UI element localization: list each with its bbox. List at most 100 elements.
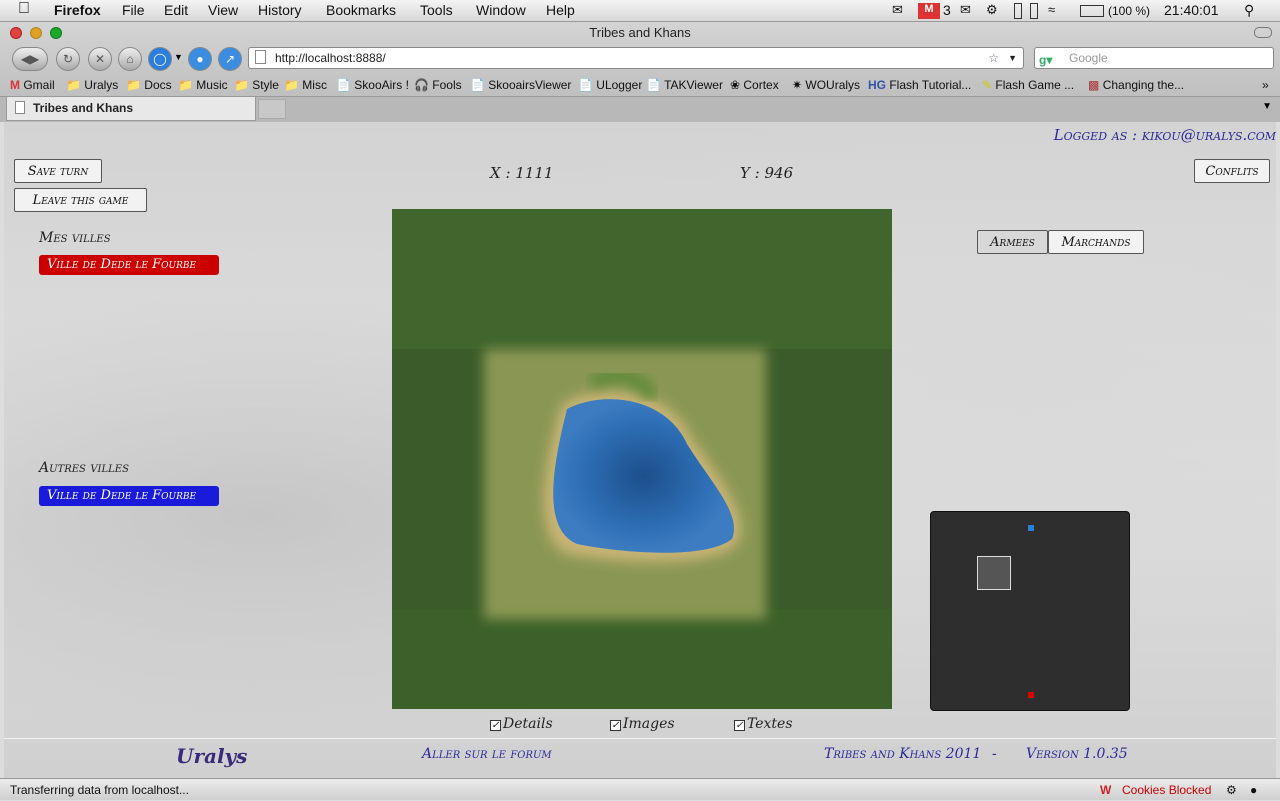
menu-app-name[interactable]: Firefox (54, 2, 101, 18)
pencil-icon: ✎ (982, 78, 993, 92)
bookmark-label: Flash Game ... (995, 78, 1075, 92)
clock[interactable]: 21:40:01 (1164, 2, 1219, 18)
url-dropdown-icon[interactable]: ▼ (1008, 48, 1017, 68)
checkbox-box[interactable]: ✓ (610, 720, 621, 731)
bookmarks-overflow-icon[interactable]: » (1262, 78, 1269, 92)
device-icon[interactable] (1030, 3, 1038, 19)
forest-north (392, 209, 892, 349)
images-checkbox[interactable]: ✓ Images (610, 716, 675, 732)
stop-icon[interactable]: ✕ (88, 47, 112, 71)
google-search-icon[interactable]: g▾ (1039, 50, 1059, 67)
bookmark-ulogger[interactable]: 📄 ULogger (578, 78, 642, 92)
leave-game-button[interactable]: Leave this game (14, 188, 147, 212)
bookmark-music[interactable]: 📁 Music (178, 78, 228, 92)
hg-icon: HG (868, 78, 886, 92)
other-city-item[interactable]: Ville de Dede le Fourbe (39, 486, 219, 506)
my-city-item[interactable]: Ville de Dede le Fourbe (39, 255, 219, 275)
checkbox-box[interactable]: ✓ (490, 720, 501, 731)
bookmark-misc[interactable]: 📁 Misc (284, 78, 327, 92)
textes-label: Textes (747, 716, 793, 732)
textes-checkbox[interactable]: ✓ Textes (734, 716, 793, 732)
bookmark-wouralys[interactable]: ✷ WOUralys (792, 78, 860, 92)
film-icon: ▩ (1088, 78, 1100, 92)
bookmark-cortex[interactable]: ❀ Cortex (730, 78, 779, 92)
bookmark-takviewer[interactable]: 📄 TAKViewer (646, 78, 723, 92)
bookmarks-toolbar-icon[interactable]: ◯ (148, 47, 172, 71)
globe-icon[interactable]: ● (188, 47, 212, 71)
minimap[interactable] (930, 511, 1130, 711)
gmail-icon[interactable]: M (918, 3, 940, 19)
bookmark-skooairsviewer[interactable]: 📄 SkooairsViewer (470, 78, 571, 92)
bookmark-docs[interactable]: 📁 Docs (126, 78, 172, 92)
apple-icon[interactable]:  (18, 0, 30, 18)
menu-history[interactable]: History (258, 2, 302, 18)
menu-tools[interactable]: Tools (420, 2, 453, 18)
search-input[interactable]: g▾ Google (1034, 47, 1274, 69)
minimap-viewport[interactable] (977, 556, 1011, 590)
spotlight-search-icon[interactable]: ⚲ (1244, 2, 1254, 19)
navigation-toolbar: ◀▶ ↻ ✕ ⌂ ◯ ▼ ● ↗ http://localhost:8888/ … (0, 44, 1280, 74)
sync-icon[interactable]: ⚙ (986, 2, 998, 18)
firebug-icon[interactable]: ● (1250, 779, 1257, 801)
tab-armees[interactable]: Armees (977, 230, 1048, 254)
ipod-icon[interactable] (1014, 3, 1022, 19)
gmail-icon: M (10, 78, 20, 92)
bookmark-star-icon[interactable]: ☆ (988, 48, 999, 68)
menu-file[interactable]: File (122, 2, 145, 18)
new-tab-button[interactable] (258, 99, 286, 119)
bookmark-gmail[interactable]: M Gmail (10, 78, 55, 92)
mes-villes-title: Mes villes (39, 230, 111, 246)
checkbox-box[interactable]: ✓ (734, 720, 745, 731)
bookmark-uralys[interactable]: 📁 Uralys (66, 78, 118, 92)
tab-tribes-and-khans[interactable]: Tribes and Khans (6, 97, 256, 121)
mail-icon-2[interactable]: ✉ (960, 2, 971, 18)
conflits-button[interactable]: Conflits (1194, 159, 1270, 183)
menu-view[interactable]: View (208, 2, 238, 18)
minimap-other-city-marker (1028, 525, 1034, 531)
details-checkbox[interactable]: ✓ Details (490, 716, 553, 732)
mail-count: 3 (943, 2, 951, 18)
addon-icon[interactable]: ⚙ (1226, 779, 1237, 801)
menu-window[interactable]: Window (476, 2, 526, 18)
home-icon[interactable]: ⌂ (118, 47, 142, 71)
uralys-logo[interactable]: Uralys (176, 744, 247, 768)
tab-marchands[interactable]: Marchands (1048, 230, 1144, 254)
forum-link[interactable]: Aller sur le forum (422, 746, 552, 762)
bookmark-changing-the[interactable]: ▩ Changing the... (1088, 78, 1184, 92)
menu-bookmarks[interactable]: Bookmarks (326, 2, 396, 18)
bookmark-fools[interactable]: 🎧 Fools (414, 78, 462, 92)
bookmark-label: Cortex (743, 78, 779, 92)
forest-south (392, 609, 892, 709)
bookmark-flash-tutorial[interactable]: HG Flash Tutorial... (868, 78, 971, 92)
bookmark-style[interactable]: 📁 Style (234, 78, 279, 92)
save-turn-button[interactable]: Save turn (14, 159, 102, 183)
zoom-window-button[interactable] (50, 27, 62, 39)
cookies-blocked-label[interactable]: Cookies Blocked (1122, 779, 1211, 801)
os-menubar:  Firefox File Edit View History Bookmar… (0, 0, 1280, 22)
tab-strip: Tribes and Khans ▼ (0, 96, 1280, 122)
bookmark-label: Flash Tutorial... (889, 78, 972, 92)
share-icon[interactable]: ↗ (218, 47, 242, 71)
minimize-window-button[interactable] (30, 27, 42, 39)
menu-help[interactable]: Help (546, 2, 575, 18)
chevron-down-icon[interactable]: ▼ (174, 52, 183, 62)
back-forward-icon[interactable]: ◀▶ (12, 47, 48, 71)
menu-edit[interactable]: Edit (164, 2, 188, 18)
webdeveloper-icon[interactable]: W (1100, 779, 1111, 801)
bookmark-flash-game[interactable]: ✎ Flash Game ... (982, 78, 1074, 92)
bookmark-skooairs[interactable]: 📄 SkooAirs ! (336, 78, 409, 92)
game-map[interactable] (392, 209, 892, 709)
browser-chrome: Tribes and Khans ◀▶ ↻ ✕ ⌂ ◯ ▼ ● ↗ http:/… (0, 22, 1280, 122)
reload-icon[interactable]: ↻ (56, 47, 80, 71)
url-bar[interactable]: http://localhost:8888/ ☆ ▼ (248, 47, 1024, 69)
battery-icon[interactable] (1080, 5, 1104, 17)
tab-list-dropdown-icon[interactable]: ▼ (1262, 101, 1272, 112)
close-window-button[interactable] (10, 27, 22, 39)
status-bar: Transferring data from localhost... W Co… (0, 778, 1280, 800)
status-text: Transferring data from localhost... (10, 783, 189, 797)
bookmark-label: Changing the... (1102, 78, 1185, 92)
bookmark-label: ULogger (596, 78, 643, 92)
wifi-icon[interactable]: ≈ (1048, 2, 1055, 17)
toolbar-toggle-button[interactable] (1254, 27, 1272, 38)
mail-icon[interactable]: ✉ (892, 2, 903, 18)
